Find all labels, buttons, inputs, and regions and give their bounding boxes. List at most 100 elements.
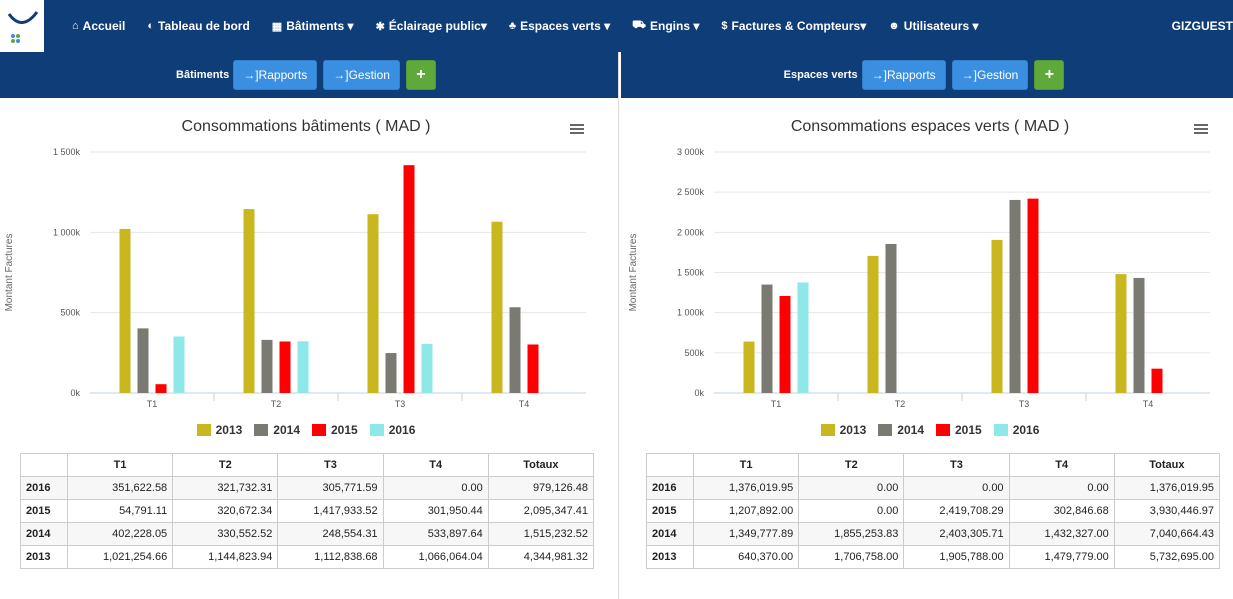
bar-2016-T3[interactable] — [421, 343, 433, 393]
bar-2016-T2[interactable] — [297, 341, 309, 393]
legend-swatch — [196, 424, 211, 436]
x-tick-label: T4 — [1143, 399, 1154, 409]
chart-menu-icon[interactable] — [570, 124, 584, 134]
bar-2013-T3[interactable] — [991, 239, 1003, 393]
bar-2015-T1[interactable] — [155, 384, 167, 393]
buildings-add-button[interactable]: + — [405, 60, 436, 90]
table-cell: 302,846.68 — [1008, 499, 1115, 523]
table-cell: 0.00 — [903, 476, 1010, 500]
bar-2014-T3[interactable] — [385, 353, 397, 393]
column-header: T2 — [798, 453, 905, 477]
bar-2013-T2[interactable] — [867, 255, 879, 393]
bar-2013-T3[interactable] — [367, 214, 379, 393]
bar-2015-T2[interactable] — [279, 341, 291, 393]
table-cell: 1,021,254.66 — [66, 545, 174, 569]
table-cell: 320,672.34 — [172, 499, 279, 523]
column-header: T2 — [172, 453, 279, 477]
table-row: 2013 640,370.00 1,706,758.00 1,905,788.00 1,… — [646, 545, 1221, 569]
bar-2015-T3[interactable] — [403, 165, 415, 393]
bar-2015-T3[interactable] — [1027, 198, 1039, 393]
bar-2016-T1[interactable] — [173, 336, 185, 393]
y-tick-label: 1 500k — [677, 268, 705, 278]
buildings-chart-title: Consommations bâtiments ( MAD ) — [181, 118, 431, 135]
bar-2013-T4[interactable] — [1115, 274, 1127, 393]
legend-swatch — [993, 424, 1008, 436]
nav-item-6[interactable]: $ Factures & Compteurs▾ — [721, 19, 866, 33]
x-tick-label: T3 — [1019, 399, 1030, 409]
green-spaces-toolbar: Espaces verts →]Rapports →]Gestion + — [621, 52, 1233, 98]
column-header: T3 — [903, 453, 1010, 477]
bar-2014-T1[interactable] — [761, 284, 773, 393]
legend-item[interactable]: 2015 — [312, 423, 358, 437]
table-row: 2014 402,228.05 330,552.52 248,554.31 533,89… — [20, 522, 595, 546]
bar-2015-T4[interactable] — [1151, 368, 1163, 393]
buildings-gestion-button[interactable]: →]Gestion — [323, 60, 400, 90]
row-year: 2016 — [20, 476, 68, 500]
column-header: T3 — [277, 453, 384, 477]
bar-2015-T1[interactable] — [779, 295, 791, 393]
bar-2014-T1[interactable] — [137, 328, 149, 393]
green-spaces-add-button[interactable]: + — [1034, 60, 1065, 90]
nav-item-1[interactable]: ◐ Tableau de bord — [147, 19, 249, 33]
bar-2013-T4[interactable] — [491, 221, 503, 393]
green-spaces-rapports-button[interactable]: →]Rapports — [861, 60, 946, 90]
lightbulb-icon: ✱ — [375, 20, 385, 33]
dollar-icon: $ — [721, 20, 728, 32]
legend-label: 2016 — [1012, 423, 1040, 437]
nav-item-label: Bâtiments ▾ — [286, 19, 354, 33]
y-tick-label: 500k — [60, 308, 80, 318]
table-cell: 1,207,892.00 — [692, 499, 800, 523]
nav-item-label: Éclairage public▾ — [388, 19, 487, 33]
table-cell: 1,855,253.83 — [798, 522, 905, 546]
bar-2016-T1[interactable] — [797, 282, 809, 393]
table-cell: 3,930,446.97 — [1113, 499, 1221, 523]
app-logo[interactable] — [0, 0, 44, 52]
table-row: 2016 351,622.58 321,732.31 305,771.59 0.00 97… — [20, 476, 595, 500]
legend-item[interactable]: 2014 — [878, 423, 924, 437]
legend-item[interactable]: 2014 — [254, 423, 300, 437]
row-year: 2013 — [20, 545, 68, 569]
y-tick-label: 2 000k — [677, 227, 705, 237]
bar-2014-T3[interactable] — [1009, 199, 1021, 393]
bar-2013-T1[interactable] — [119, 228, 131, 393]
legend-item[interactable]: 2016 — [993, 423, 1040, 437]
column-header: Totaux — [487, 453, 595, 477]
buildings-section-label: Bâtiments — [176, 69, 230, 81]
bar-2013-T2[interactable] — [243, 209, 255, 393]
user-menu[interactable]: GIZGUEST — [1172, 0, 1233, 52]
legend-swatch — [312, 424, 326, 436]
bar-2014-T4[interactable] — [1133, 277, 1145, 393]
column-header — [646, 453, 694, 477]
table-cell: 305,771.59 — [277, 476, 384, 500]
nav-item-7[interactable]: ☻ Utilisateurs ▾ — [888, 19, 978, 33]
table-cell: 1,376,019.95 — [1113, 476, 1221, 500]
bar-2015-T4[interactable] — [527, 344, 539, 393]
bar-2014-T2[interactable] — [885, 243, 897, 393]
nav-item-2[interactable]: ▦ Bâtiments ▾ — [272, 19, 354, 33]
table-cell: 1,706,758.00 — [798, 545, 905, 569]
table-row: 2015 1,207,892.00 0.00 2,419,708.29 302,846.… — [646, 499, 1221, 523]
legend-swatch — [369, 424, 384, 436]
chart-menu-icon[interactable] — [1194, 124, 1208, 134]
legend-item[interactable]: 2013 — [196, 423, 242, 437]
legend-item[interactable]: 2013 — [820, 423, 866, 437]
nav-item-0[interactable]: ⌂ Accueil — [72, 19, 125, 33]
green-spaces-gestion-button[interactable]: →]Gestion — [951, 60, 1029, 90]
column-header: T4 — [382, 453, 489, 477]
bar-2014-T4[interactable] — [509, 307, 521, 393]
y-tick-label: 1 000k — [53, 227, 81, 237]
green-spaces-chart-title: Consommations espaces verts ( MAD ) — [790, 118, 1070, 135]
x-tick-label: T1 — [147, 399, 158, 409]
table-cell: 330,552.52 — [172, 522, 279, 546]
legend-item[interactable]: 2015 — [936, 423, 982, 437]
nav-item-3[interactable]: ✱ Éclairage public▾ — [376, 19, 487, 33]
nav-item-5[interactable]: ⛟ Engins ▾ — [632, 19, 699, 33]
table-row: 2015 54,791.11 320,672.34 1,417,933.52 301,9… — [20, 499, 595, 523]
legend-item[interactable]: 2016 — [369, 423, 415, 437]
bar-2014-T2[interactable] — [261, 339, 273, 393]
nav-item-4[interactable]: ♣ Espaces verts ▾ — [509, 19, 610, 33]
buildings-rapports-button[interactable]: →]Rapports — [233, 60, 318, 90]
row-year: 2016 — [646, 476, 694, 500]
home-icon: ⌂ — [72, 20, 79, 32]
bar-2013-T1[interactable] — [743, 341, 755, 393]
